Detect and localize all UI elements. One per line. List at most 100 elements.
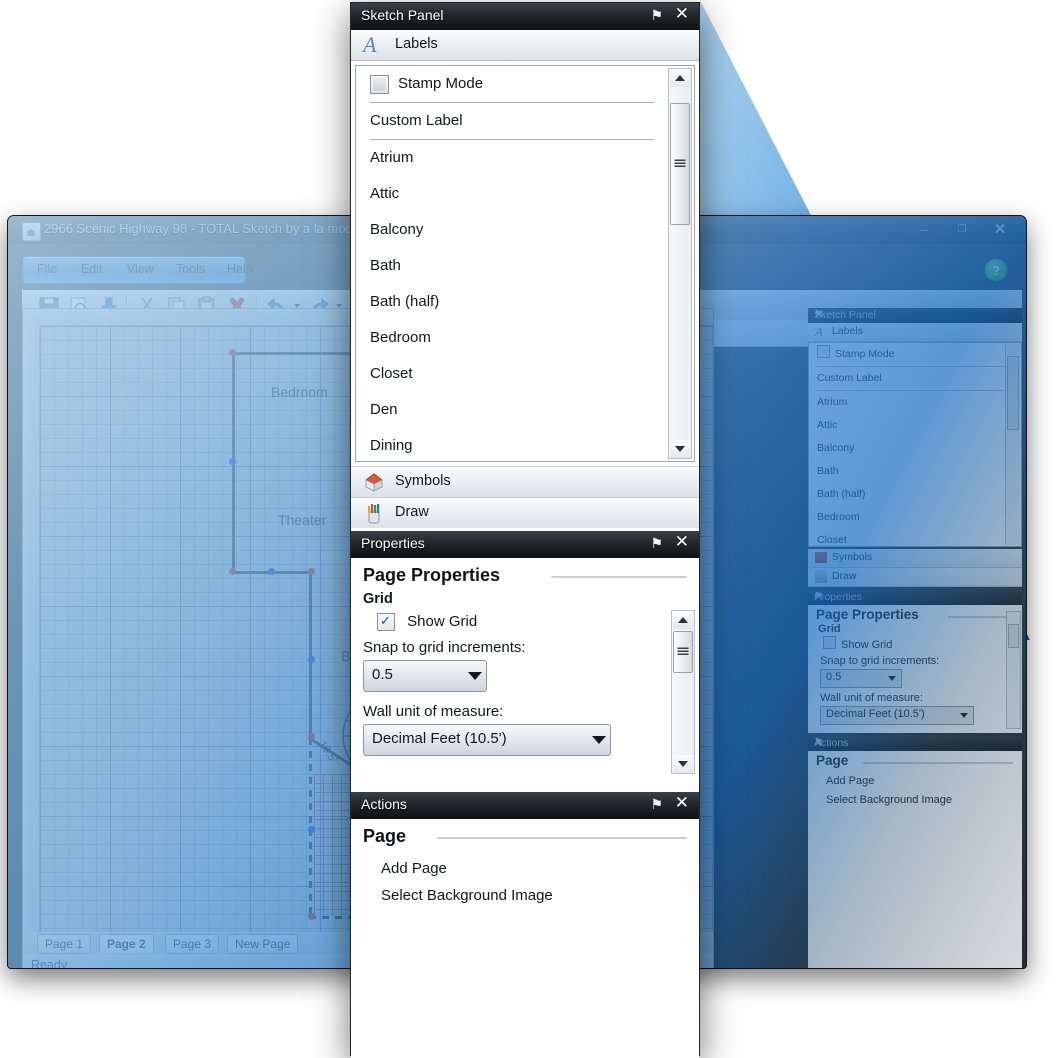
ghost-list-item[interactable]: Bedroom [809, 506, 1021, 529]
stamp-mode-checkbox[interactable] [370, 75, 389, 94]
wall-node[interactable] [308, 826, 315, 833]
sketch-panel-titlebar[interactable]: Sketch Panel ⚑ ✕ [351, 3, 699, 30]
label-item-attic[interactable]: Attic [356, 176, 668, 212]
properties-scrollbar-thumb[interactable] [673, 631, 693, 673]
select-background-image-action[interactable]: Select Background Image [351, 877, 699, 904]
close-icon[interactable]: ✕ [675, 533, 689, 550]
wall-node[interactable] [308, 656, 315, 663]
show-grid-checkbox[interactable]: ✓ [377, 613, 395, 632]
menu-item-help[interactable]: Help [227, 262, 253, 276]
wall-node[interactable] [268, 568, 275, 575]
help-button[interactable]: ? [984, 258, 1008, 282]
ghost-show-grid-row[interactable]: Show Grid [808, 635, 1022, 651]
show-grid-row[interactable]: ✓ Show Grid [351, 609, 699, 633]
close-icon[interactable]: ✕ [814, 736, 1016, 749]
ghost-select-background-action[interactable]: Select Background Image [808, 787, 1022, 806]
ghost-list-item[interactable]: Attic [809, 414, 1021, 437]
menu-item-view[interactable]: View [127, 262, 154, 276]
new-page-tab[interactable]: New Page [227, 934, 299, 954]
menu-item-edit[interactable]: Edit [81, 262, 103, 276]
menu-item-file[interactable]: File [37, 262, 57, 276]
close-icon[interactable]: ✕ [814, 590, 1016, 603]
wall-unit-combo[interactable]: Decimal Feet (10.5') [363, 724, 611, 757]
chevron-down-icon[interactable] [960, 713, 968, 718]
wall-node[interactable] [308, 733, 315, 740]
maximize-button[interactable]: ❐ [944, 219, 980, 239]
ghost-scrollbar-thumb[interactable] [1007, 356, 1019, 430]
ghost-labels-tab[interactable]: A Labels [808, 323, 1022, 342]
label-item-atrium[interactable]: Atrium [356, 140, 668, 176]
actions-panel-title: Actions [361, 796, 407, 812]
room-label-theater[interactable]: Theater [278, 512, 326, 528]
ghost-properties-scrollbar[interactable] [1006, 611, 1021, 729]
ghost-add-page-action[interactable]: Add Page [808, 768, 1022, 787]
close-icon[interactable]: ✕ [814, 308, 1016, 321]
wall-segment[interactable] [309, 571, 312, 739]
ghost-snap-combo[interactable]: 0.5 [820, 669, 902, 688]
close-button[interactable]: ✕ [982, 219, 1018, 239]
ghost-sketch-panel-titlebar[interactable]: Sketch Panel ⚑ ✕ [808, 308, 1022, 323]
scroll-down-arrow[interactable] [670, 440, 690, 458]
chevron-down-icon[interactable] [592, 736, 606, 745]
menu-item-tools[interactable]: Tools [176, 262, 205, 276]
chevron-down-icon[interactable] [468, 672, 482, 681]
snap-increments-combo[interactable]: 0.5 [363, 660, 487, 693]
ghost-actions-titlebar[interactable]: Actions ⚑ ✕ [808, 736, 1022, 751]
ghost-list-item[interactable]: Balcony [809, 437, 1021, 460]
properties-panel-titlebar[interactable]: Properties ⚑ ✕ [351, 531, 699, 558]
labels-listbox[interactable]: Stamp Mode Custom Label Atrium Attic Bal… [355, 65, 695, 462]
labels-tab[interactable]: A Labels [351, 30, 699, 61]
pin-icon[interactable]: ⚑ [650, 796, 663, 813]
ghost-properties-scrollbar-thumb[interactable] [1008, 624, 1019, 648]
page-tab-3[interactable]: Page 3 [165, 934, 220, 954]
label-item-den[interactable]: Den [356, 392, 668, 428]
scroll-up-arrow[interactable] [673, 611, 693, 629]
symbols-tab[interactable]: Symbols [351, 466, 699, 497]
ghost-symbols-tab[interactable]: Symbols [808, 549, 1022, 568]
custom-label-row[interactable]: Custom Label [356, 103, 668, 139]
page-tab-2[interactable]: Page 2 [99, 934, 154, 953]
wall-node[interactable] [308, 913, 315, 920]
labels-scrollbar[interactable] [668, 68, 692, 459]
page-tab-1[interactable]: Page 1 [37, 934, 92, 954]
floating-panel-column[interactable]: Sketch Panel ⚑ ✕ A Labels Stamp Mode Cus… [350, 2, 700, 1058]
label-item-bath-half[interactable]: Bath (half) [356, 284, 668, 320]
label-item-closet[interactable]: Closet [356, 356, 668, 392]
wall-node[interactable] [229, 458, 236, 465]
ghost-list-item[interactable]: Bath [809, 460, 1021, 483]
label-item-bath[interactable]: Bath [356, 248, 668, 284]
chevron-down-icon[interactable] [888, 676, 896, 681]
ghost-labels-list[interactable]: Stamp Mode Custom Label Atrium Attic Bal… [808, 342, 1022, 592]
ghost-list-item[interactable]: Atrium [809, 391, 1021, 414]
ghost-custom-label[interactable]: Custom Label [809, 367, 1021, 390]
add-page-action[interactable]: Add Page [351, 850, 699, 877]
ghost-scrollbar[interactable] [1005, 344, 1020, 545]
pin-icon[interactable]: ⚑ [650, 7, 663, 24]
wall-node[interactable] [308, 568, 315, 575]
show-grid-checkbox[interactable] [823, 636, 836, 649]
wall-node[interactable] [229, 568, 236, 575]
stamp-mode-row[interactable]: Stamp Mode [356, 66, 668, 102]
label-item-balcony[interactable]: Balcony [356, 212, 668, 248]
pin-icon[interactable]: ⚑ [650, 535, 663, 552]
close-icon[interactable]: ✕ [675, 5, 689, 22]
minimize-button[interactable]: – [906, 219, 942, 239]
scroll-up-arrow[interactable] [670, 69, 690, 87]
ghost-stamp-mode-row[interactable]: Stamp Mode [809, 343, 1021, 366]
docked-panel-stack[interactable]: Sketch Panel ⚑ ✕ A Labels Stamp Mode Cus… [808, 308, 1022, 968]
actions-panel-titlebar[interactable]: Actions ⚑ ✕ [351, 792, 699, 819]
ghost-wall-unit-combo[interactable]: Decimal Feet (10.5') [820, 706, 974, 725]
stamp-mode-checkbox[interactable] [817, 345, 830, 358]
draw-tab[interactable]: Draw [351, 497, 699, 528]
labels-scrollbar-thumb[interactable] [670, 103, 690, 225]
ghost-list-item[interactable]: Bath (half) [809, 483, 1021, 506]
ghost-properties-titlebar[interactable]: Properties ⚑ ✕ [808, 590, 1022, 605]
room-label-bedroom[interactable]: Bedroom [271, 384, 328, 400]
properties-scrollbar[interactable] [671, 610, 695, 774]
label-item-bedroom[interactable]: Bedroom [356, 320, 668, 356]
scroll-down-arrow[interactable] [673, 755, 693, 773]
ghost-draw-tab[interactable]: Draw [808, 568, 1022, 587]
close-icon[interactable]: ✕ [675, 794, 689, 811]
label-item-dining[interactable]: Dining [356, 428, 668, 461]
wall-node[interactable] [229, 349, 236, 356]
